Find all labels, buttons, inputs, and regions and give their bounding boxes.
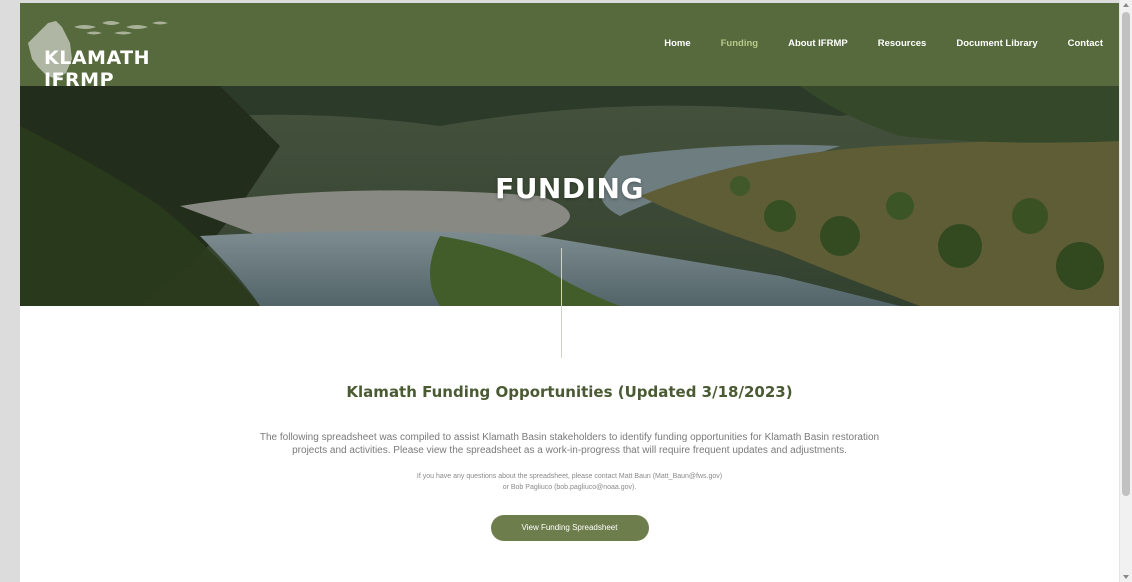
nav-document-library[interactable]: Document Library <box>956 38 1037 49</box>
hero-banner: FUNDING <box>20 86 1119 306</box>
logo-text: KLAMATH IFRMP <box>44 47 151 91</box>
site-logo[interactable]: KLAMATH IFRMP <box>26 13 206 91</box>
description-text: The following spreadsheet was compiled t… <box>259 432 880 456</box>
contact-line-1: If you have any questions about the spre… <box>416 473 723 480</box>
page-heading: Klamath Funding Opportunities (Updated 3… <box>346 383 793 401</box>
page: KLAMATH IFRMP Home Funding About IFRMP R… <box>20 3 1119 582</box>
nav-resources[interactable]: Resources <box>878 38 927 49</box>
scroll-down-icon[interactable] <box>1123 575 1129 579</box>
nav-about-ifrmp[interactable]: About IFRMP <box>788 38 848 49</box>
scroll-up-icon[interactable] <box>1123 3 1129 7</box>
contact-info: If you have any questions about the spre… <box>330 471 810 493</box>
main-nav: Home Funding About IFRMP Resources Docum… <box>634 38 1103 49</box>
divider-line <box>561 248 562 358</box>
view-funding-spreadsheet-button[interactable]: View Funding Spreadsheet <box>490 515 649 541</box>
site-header: KLAMATH IFRMP Home Funding About IFRMP R… <box>20 3 1119 91</box>
nav-home[interactable]: Home <box>664 38 690 49</box>
scrollbar-thumb[interactable] <box>1122 12 1130 496</box>
nav-contact[interactable]: Contact <box>1068 38 1103 49</box>
vertical-scrollbar[interactable] <box>1119 0 1132 582</box>
nav-funding[interactable]: Funding <box>721 38 758 49</box>
main-content: Klamath Funding Opportunities (Updated 3… <box>20 383 1119 541</box>
hero-title: FUNDING <box>495 172 644 205</box>
contact-line-2: or Bob Pagliuco (bob.pagliuco@noaa.gov). <box>502 484 637 491</box>
